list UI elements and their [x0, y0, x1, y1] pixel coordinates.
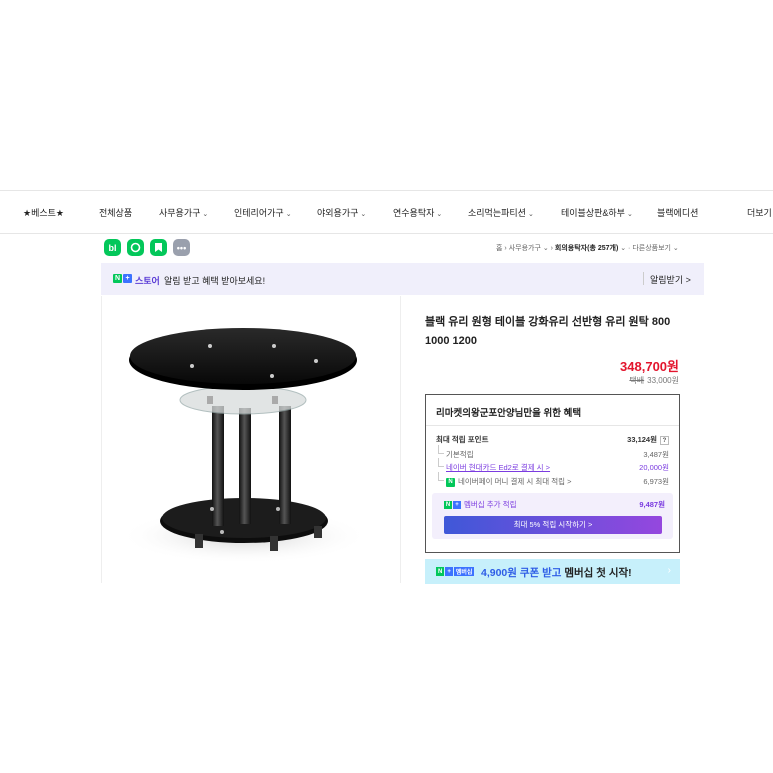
naver-plus-icon: N +: [444, 501, 461, 510]
blog-icon: bl: [108, 242, 117, 253]
nav-interior-furniture[interactable]: 인테리어가구 ⌄: [234, 206, 292, 219]
nav-label: 테이블상판&하부: [561, 208, 625, 218]
shipping-fee: 택배 33,000원: [629, 375, 679, 386]
more-options-button[interactable]: •••: [173, 239, 190, 256]
basic-points-label: 기본적립: [446, 450, 474, 459]
divider: [426, 425, 679, 426]
max-points-value-wrap: 33,124원?: [627, 434, 669, 445]
chevron-down-icon: ⌄: [436, 211, 443, 218]
talk-share-button[interactable]: [127, 239, 144, 256]
npay-benefit-link[interactable]: 네이버페이 머니 결제 시 최대 적립 >: [458, 477, 571, 486]
membership-label: 멤버십 추가 적립: [464, 500, 517, 509]
chevron-down-icon: ⌄: [202, 211, 209, 218]
product-title: 블랙 유리 원형 테이블 강화유리 선반형 유리 원탁 800 1000 120…: [425, 316, 671, 347]
nav-label: 사무용가구: [159, 208, 201, 218]
npay-points-row: N 네이버페이 머니 결제 시 최대 적립 > 6,973원: [438, 472, 669, 487]
chevron-down-icon: ⌄: [360, 211, 367, 218]
naver-plus-membership-icon: N + 멤버십: [436, 567, 475, 576]
nav-label: 야외용가구: [317, 208, 359, 218]
chevron-right-icon: ›: [667, 565, 671, 576]
store-alarm-banner: N + 스토어 알림 받고 혜택 받아보세요! 알림받기 >: [101, 263, 704, 295]
membership-row: N + 멤버십 추가 적립: [444, 499, 516, 510]
product-table-image[interactable]: [102, 296, 402, 583]
max-points-label: 최대 적립 포인트: [436, 435, 489, 444]
shipping-label: 택배: [629, 376, 645, 385]
card-benefit-link[interactable]: 네이버 현대카드 Ed2로 결제 시 >: [446, 463, 550, 472]
shipping-price: 33,000원: [647, 376, 679, 385]
membership-panel: N + 멤버십 추가 적립 9,487원 최대 5% 적립 시작하기 >: [432, 493, 673, 539]
benefit-box: 리마켓의왕군포안양님만을 위한 혜택 최대 적립 포인트 33,124원? 기본…: [425, 394, 680, 553]
card-points-row: 네이버 현대카드 Ed2로 결제 시 > 20,000원: [438, 458, 669, 473]
max-points-row: 최대 적립 포인트 33,124원?: [436, 434, 669, 445]
store-label: 스토어: [135, 276, 160, 286]
breadcrumb: 홈 › 사무용가구 ⌄ › 회의용탁자(총 257개) ⌄ · 다른상품보기 ⌄: [496, 245, 679, 252]
breadcrumb-category[interactable]: 사무용가구: [509, 245, 541, 252]
category-nav: ★베스트★ 전체상품 사무용가구 ⌄ 인테리어가구 ⌄ 야외용가구 ⌄ 연수용탁자 ⌄ …: [0, 190, 773, 234]
max-points-value: 33,124원: [627, 435, 657, 444]
nav-partition[interactable]: 소리먹는파티션 ⌄: [468, 206, 534, 219]
chevron-down-icon: ⌄: [626, 211, 633, 218]
chevron-down-icon: ⌄: [527, 211, 534, 218]
membership-value: 9,487원: [639, 500, 665, 509]
blog-share-button[interactable]: bl: [104, 239, 121, 256]
nav-best[interactable]: ★베스트★: [23, 206, 64, 219]
nav-black-edition[interactable]: 블랙에디션: [657, 206, 698, 219]
bookmark-icon: [155, 243, 162, 252]
bookmark-button[interactable]: [150, 239, 167, 256]
nav-label: 인테리어가구: [234, 208, 284, 218]
product-image-panel: [101, 296, 401, 583]
npay-points-value: 6,973원: [643, 477, 669, 486]
coupon-text: 4,900원 쿠폰 받고 멤버십 첫 시작!: [481, 565, 632, 580]
nav-label: 더보기: [747, 208, 772, 218]
benefit-heading: 리마켓의왕군포안양님만을 위한 혜택: [436, 408, 582, 419]
more-dots-icon: •••: [176, 242, 187, 253]
coupon-banner[interactable]: N + 멤버십 4,900원 쿠폰 받고 멤버십 첫 시작! ›: [425, 559, 680, 584]
card-points-value: 20,000원: [639, 463, 669, 472]
breadcrumb-current[interactable]: 회의용탁자(총 257개): [555, 245, 618, 252]
help-icon[interactable]: ?: [660, 435, 669, 445]
naver-plus-icon: N +: [113, 274, 132, 283]
nav-outdoor-furniture[interactable]: 야외용가구 ⌄: [317, 206, 366, 219]
naver-pay-icon: N: [446, 477, 455, 487]
breadcrumb-home[interactable]: 홈: [496, 245, 502, 252]
breadcrumb-more[interactable]: 다른상품보기: [632, 245, 671, 252]
basic-points-row: 기본적립 3,487원: [438, 445, 669, 460]
nav-label: 전체상품: [99, 208, 133, 218]
nav-training-table[interactable]: 연수용탁자 ⌄: [393, 206, 442, 219]
nav-all-products[interactable]: 전체상품: [99, 206, 132, 219]
chat-icon: [130, 242, 141, 253]
start-membership-button[interactable]: 최대 5% 적립 시작하기 >: [444, 516, 662, 534]
nav-label: ★베스트★: [23, 208, 64, 218]
product-price: 348,700원: [620, 359, 679, 374]
nav-label: 소리먹는파티션: [468, 208, 526, 218]
chevron-down-icon: ⌄: [285, 211, 292, 218]
nav-label: 연수용탁자: [393, 208, 435, 218]
basic-points-value: 3,487원: [643, 450, 669, 459]
nav-label: 블랙에디션: [657, 208, 699, 218]
share-buttons: bl •••: [104, 239, 190, 256]
receive-alarm-button[interactable]: 알림받기 >: [650, 273, 691, 286]
nav-table-top[interactable]: 테이블상판&하부 ⌄: [561, 206, 633, 219]
alarm-message: 알림 받고 혜택 받아보세요!: [164, 276, 266, 286]
divider: [643, 272, 644, 285]
nav-more[interactable]: 더보기: [747, 206, 772, 219]
coupon-amount: 4,900원 쿠폰 받고: [481, 567, 562, 579]
coupon-rest: 멤버십 첫 시작!: [561, 567, 632, 579]
nav-office-furniture[interactable]: 사무용가구 ⌄: [159, 206, 208, 219]
